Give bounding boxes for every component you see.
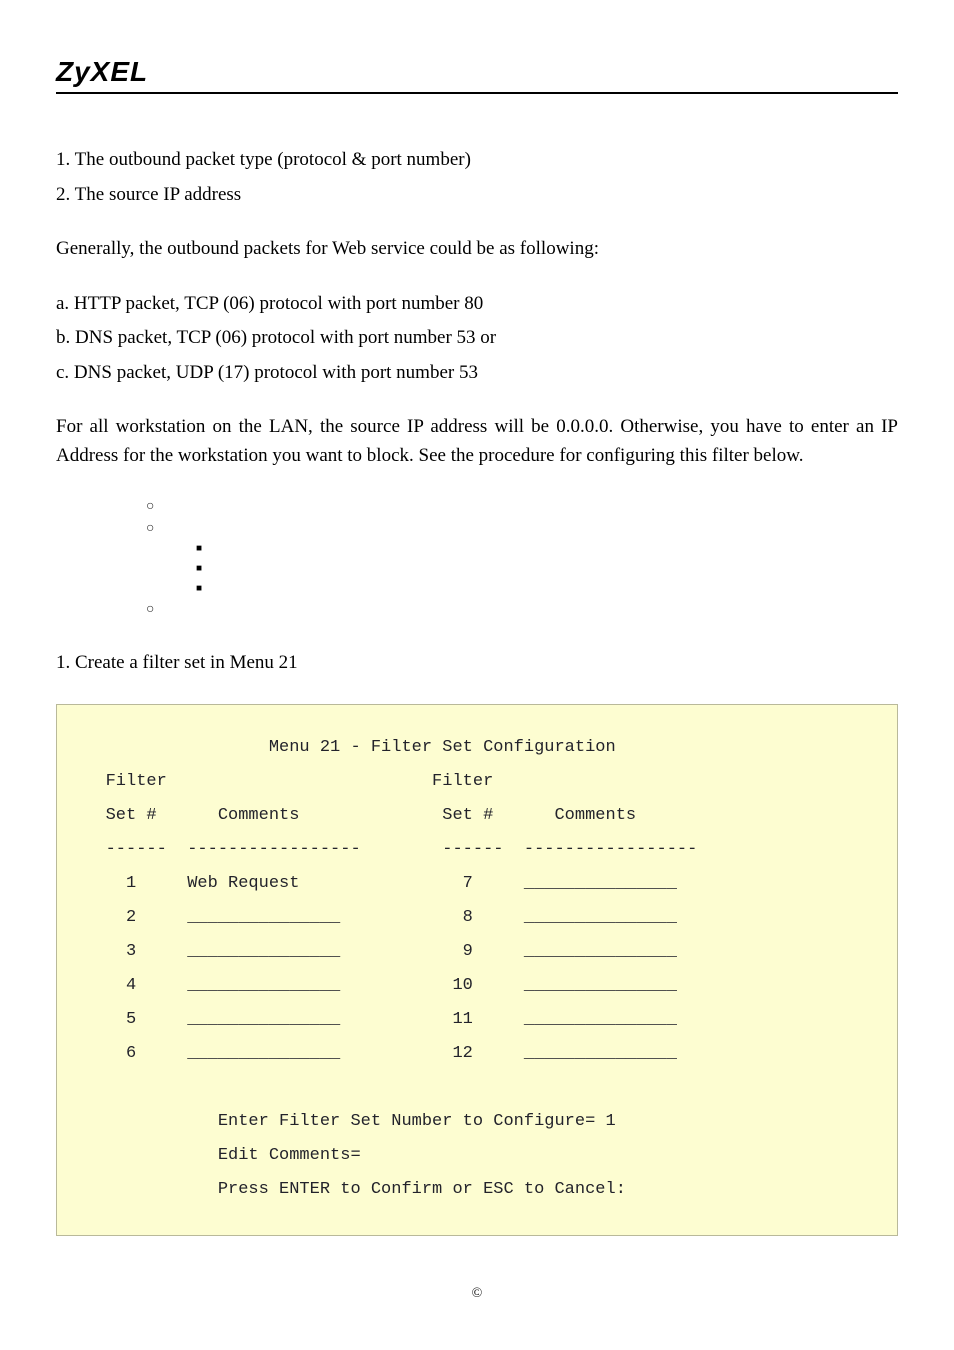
menu-row: 3 _______________ 9 _______________: [75, 942, 677, 961]
square-bullet-icon: ■: [196, 579, 898, 599]
menu-prompt: Enter Filter Set Number to Configure= 1: [75, 1112, 616, 1131]
hollow-bullet-icon: ○: [146, 518, 898, 540]
intro-generally: Generally, the outbound packets for Web …: [56, 235, 898, 264]
header-rule: [56, 92, 898, 94]
intro-c: c. DNS packet, UDP (17) protocol with po…: [56, 359, 898, 388]
hollow-bullet-icon: ○: [146, 599, 898, 621]
intro-item-1: 1. The outbound packet type (protocol & …: [56, 146, 898, 175]
footer-copyright: ©: [56, 1286, 898, 1302]
brand-logo: ZyXEL: [56, 56, 898, 88]
menu-separator: ------ ----------------- ------ --------…: [75, 840, 697, 859]
bullet-placeholder: ○ ○ ■ ■ ■ ○: [56, 496, 898, 621]
intro-item-2: 2. The source IP address: [56, 181, 898, 210]
terminal-menu-box: Menu 21 - Filter Set Configuration Filte…: [56, 704, 898, 1236]
menu-row: 5 _______________ 11 _______________: [75, 1010, 677, 1029]
intro-a: a. HTTP packet, TCP (06) protocol with p…: [56, 290, 898, 319]
document-page: ZyXEL 1. The outbound packet type (proto…: [0, 0, 954, 1350]
menu-row: 1 Web Request 7 _______________: [75, 874, 677, 893]
menu-header-row-1: Filter Filter: [75, 772, 493, 791]
menu-header-row-2: Set # Comments Set # Comments: [75, 806, 636, 825]
menu-title: Menu 21 - Filter Set Configuration: [75, 738, 616, 757]
menu-row: 6 _______________ 12 _______________: [75, 1044, 677, 1063]
step-1-heading: 1. Create a filter set in Menu 21: [56, 649, 898, 678]
menu-row: 2 _______________ 8 _______________: [75, 908, 677, 927]
hollow-bullet-icon: ○: [146, 496, 898, 518]
intro-b: b. DNS packet, TCP (06) protocol with po…: [56, 324, 898, 353]
menu-row: 4 _______________ 10 _______________: [75, 976, 677, 995]
menu-prompt: Press ENTER to Confirm or ESC to Cancel:: [75, 1180, 626, 1199]
menu-prompt: Edit Comments=: [75, 1146, 361, 1165]
square-bullet-icon: ■: [196, 559, 898, 579]
square-bullet-icon: ■: [196, 539, 898, 559]
intro-for-all: For all workstation on the LAN, the sour…: [56, 413, 898, 470]
